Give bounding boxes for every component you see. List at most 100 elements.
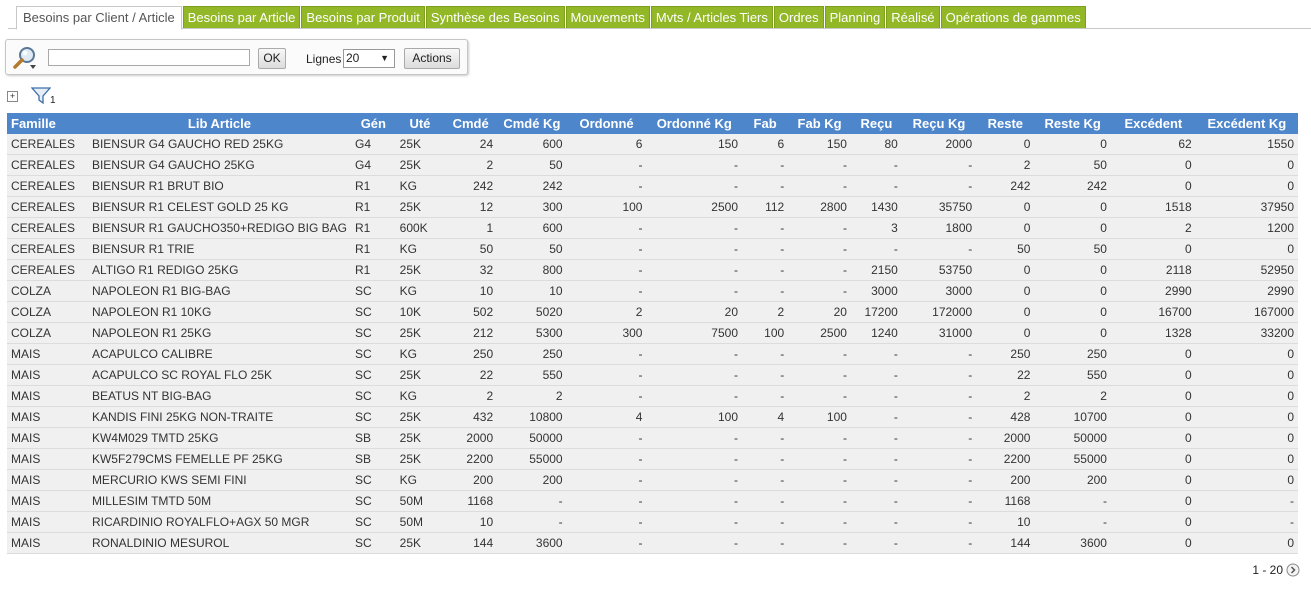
tab-planning[interactable]: Planning	[824, 6, 886, 28]
cell-excedent: 0	[1110, 469, 1196, 491]
table-row[interactable]: MAIS ACAPULCO CALIBRE SC KG 250 250- - - - - -250 2…	[7, 343, 1298, 365]
table-row[interactable]: MAIS KANDIS FINI 25KG NON-TRAITE SC 25K 432 1…	[7, 406, 1298, 428]
cell-fab: -	[742, 490, 789, 512]
tab-ordres[interactable]: Ordres	[773, 6, 824, 28]
cell-cmde: 432	[444, 406, 498, 428]
search-icon[interactable]	[12, 45, 38, 71]
table-row[interactable]: MAIS KW4M029 TMTD 25KG SB 25K 2000 50000- - - - -…	[7, 427, 1298, 449]
cell-fab-kg: -	[788, 511, 851, 533]
cell-excedent-kg: 0	[1195, 406, 1298, 428]
cell-recu-kg: -	[901, 238, 977, 260]
cell-famille: CEREALES	[7, 134, 88, 155]
column-header-ordonne[interactable]: Ordonné	[566, 113, 647, 134]
tab-synthese-des-besoins[interactable]: Synthèse des Besoins	[425, 6, 565, 28]
table-row[interactable]: CEREALES BIENSUR R1 TRIE R1 KG 50 50- - - - - -50 5…	[7, 238, 1298, 260]
column-header-recu[interactable]: Reçu	[850, 113, 902, 134]
cell-gen: SC	[351, 490, 396, 512]
table-row[interactable]: MAIS ACAPULCO SC ROYAL FLO 25K SC 25K 22 550-…	[7, 364, 1298, 386]
column-header-reste[interactable]: Reste	[976, 113, 1035, 134]
cell-cmde: 250	[444, 343, 498, 365]
table-row[interactable]: CEREALES BIENSUR R1 GAUCHO350+REDIGO BIG …	[7, 217, 1298, 239]
cell-ordonne-kg: -	[646, 448, 742, 470]
tab-operations-de-gammes[interactable]: Opérations de gammes	[940, 6, 1086, 28]
cell-ute: KG	[395, 385, 445, 407]
cell-fab-kg: -	[788, 490, 851, 512]
tab-besoins-par-article[interactable]: Besoins par Article	[182, 6, 301, 28]
table-row[interactable]: CEREALES BIENSUR G4 GAUCHO 25KG G4 25K 2 50- -…	[7, 154, 1298, 176]
actions-button[interactable]: Actions	[404, 48, 460, 69]
column-header-fab[interactable]: Fab	[742, 113, 789, 134]
column-header-gen[interactable]: Gén	[351, 113, 396, 134]
table-row[interactable]: COLZA NAPOLEON R1 BIG-BAG SC KG 10 10- - - -3000…	[7, 280, 1298, 302]
cell-fab-kg: -	[788, 532, 851, 554]
table-row[interactable]: MAIS BEATUS NT BIG-BAG SC KG 2 2- - - - - -2 2 0 0	[7, 385, 1298, 407]
cell-recu-kg: 1800	[901, 217, 977, 239]
cell-recu: 1240	[850, 322, 902, 344]
next-page-icon[interactable]	[1286, 563, 1300, 577]
cell-reste: 2	[976, 154, 1035, 176]
ok-button[interactable]: OK	[258, 48, 286, 69]
column-header-lib-article[interactable]: Lib Article	[87, 113, 352, 134]
cell-gen: SC	[351, 385, 396, 407]
column-header-excedent-kg[interactable]: Excédent Kg	[1195, 113, 1298, 134]
cell-fab-kg: -	[788, 175, 851, 197]
lignes-label: Lignes	[306, 52, 342, 66]
column-header-ordonne-kg[interactable]: Ordonné Kg	[646, 113, 742, 134]
table-row[interactable]: CEREALES BIENSUR G4 GAUCHO RED 25KG G4 25K 2…	[7, 134, 1298, 155]
column-header-famille[interactable]: Famille	[7, 113, 88, 134]
cell-reste: 0	[976, 280, 1035, 302]
cell-excedent: 0	[1110, 511, 1196, 533]
tab-besoins-par-produit[interactable]: Besoins par Produit	[301, 6, 425, 28]
funnel-icon[interactable]	[31, 87, 51, 105]
cell-reste: 2000	[976, 427, 1035, 449]
tab-mvts-articles-tiers[interactable]: Mvts / Articles Tiers	[650, 6, 773, 28]
cell-reste: 242	[976, 175, 1035, 197]
cell-excedent: 62	[1110, 134, 1196, 155]
table-row[interactable]: MAIS MILLESIM TMTD 50M SC 50M 1168- - - - - - -116…	[7, 490, 1298, 512]
cell-ordonne: -	[566, 217, 647, 239]
cell-reste: 1168	[976, 490, 1035, 512]
search-toolbar: OK Lignes 20 ▼ Actions	[5, 39, 468, 75]
table-row[interactable]: MAIS KW5F279CMS FEMELLE PF 25KG SB 25K 2200 5…	[7, 448, 1298, 470]
cell-famille: MAIS	[7, 406, 88, 428]
table-row[interactable]: CEREALES ALTIGO R1 REDIGO 25KG R1 25K 32 800-…	[7, 259, 1298, 281]
tab-besoins-par-client-article[interactable]: Besoins par Client / Article	[16, 6, 182, 30]
cell-fab-kg: -	[788, 259, 851, 281]
table-row[interactable]: MAIS RONALDINIO MESUROL SC 25K 144 3600- - - - - -…	[7, 532, 1298, 554]
table-row[interactable]: CEREALES BIENSUR R1 BRUT BIO R1 KG 242 242- - -…	[7, 175, 1298, 197]
cell-excedent: 0	[1110, 385, 1196, 407]
pager-range: 1 - 20	[1252, 563, 1283, 577]
cell-ordonne-kg: -	[646, 217, 742, 239]
column-header-cmde[interactable]: Cmdé	[444, 113, 498, 134]
column-header-excedent[interactable]: Excédent	[1110, 113, 1196, 134]
column-header-cmde-kg[interactable]: Cmdé Kg	[497, 113, 567, 134]
table-row[interactable]: CEREALES BIENSUR R1 CELEST GOLD 25 KG R1 25…	[7, 196, 1298, 218]
table-row[interactable]: COLZA NAPOLEON R1 10KG SC 10K 502 5020 2 20 2 20 1…	[7, 301, 1298, 323]
table-row[interactable]: MAIS MERCURIO KWS SEMI FINI SC KG 200 200- - - -…	[7, 469, 1298, 491]
cell-lib-article: BEATUS NT BIG-BAG	[87, 385, 352, 407]
column-header-ute[interactable]: Uté	[395, 113, 445, 134]
cell-ordonne: -	[566, 469, 647, 491]
table-row[interactable]: MAIS RICARDINIO ROYALFLO+AGX 50 MGR SC 50M 1…	[7, 511, 1298, 533]
cell-excedent: 0	[1110, 154, 1196, 176]
tab-realise[interactable]: Réalisé	[886, 6, 940, 28]
cell-ordonne: -	[566, 175, 647, 197]
tab-mouvements[interactable]: Mouvements	[565, 6, 650, 28]
cell-cmde: 1168	[444, 490, 498, 512]
column-header-recu-kg[interactable]: Reçu Kg	[901, 113, 977, 134]
expand-icon[interactable]: +	[7, 91, 18, 102]
cell-gen: SC	[351, 343, 396, 365]
cell-excedent: 0	[1110, 343, 1196, 365]
cell-fab-kg: 2800	[788, 196, 851, 218]
column-header-fab-kg[interactable]: Fab Kg	[788, 113, 851, 134]
lignes-select[interactable]: 20 ▼	[343, 49, 395, 68]
table-row[interactable]: COLZA NAPOLEON R1 25KG SC 25K 212 5300 300 7500…	[7, 322, 1298, 344]
cell-fab: -	[742, 259, 789, 281]
cell-excedent-kg: 0	[1195, 469, 1298, 491]
search-input[interactable]	[48, 49, 250, 66]
cell-cmde-kg: 5300	[497, 322, 567, 344]
cell-recu-kg: 2000	[901, 134, 977, 155]
cell-fab-kg: -	[788, 385, 851, 407]
column-header-reste-kg[interactable]: Reste Kg	[1034, 113, 1111, 134]
cell-recu-kg: -	[901, 490, 977, 512]
